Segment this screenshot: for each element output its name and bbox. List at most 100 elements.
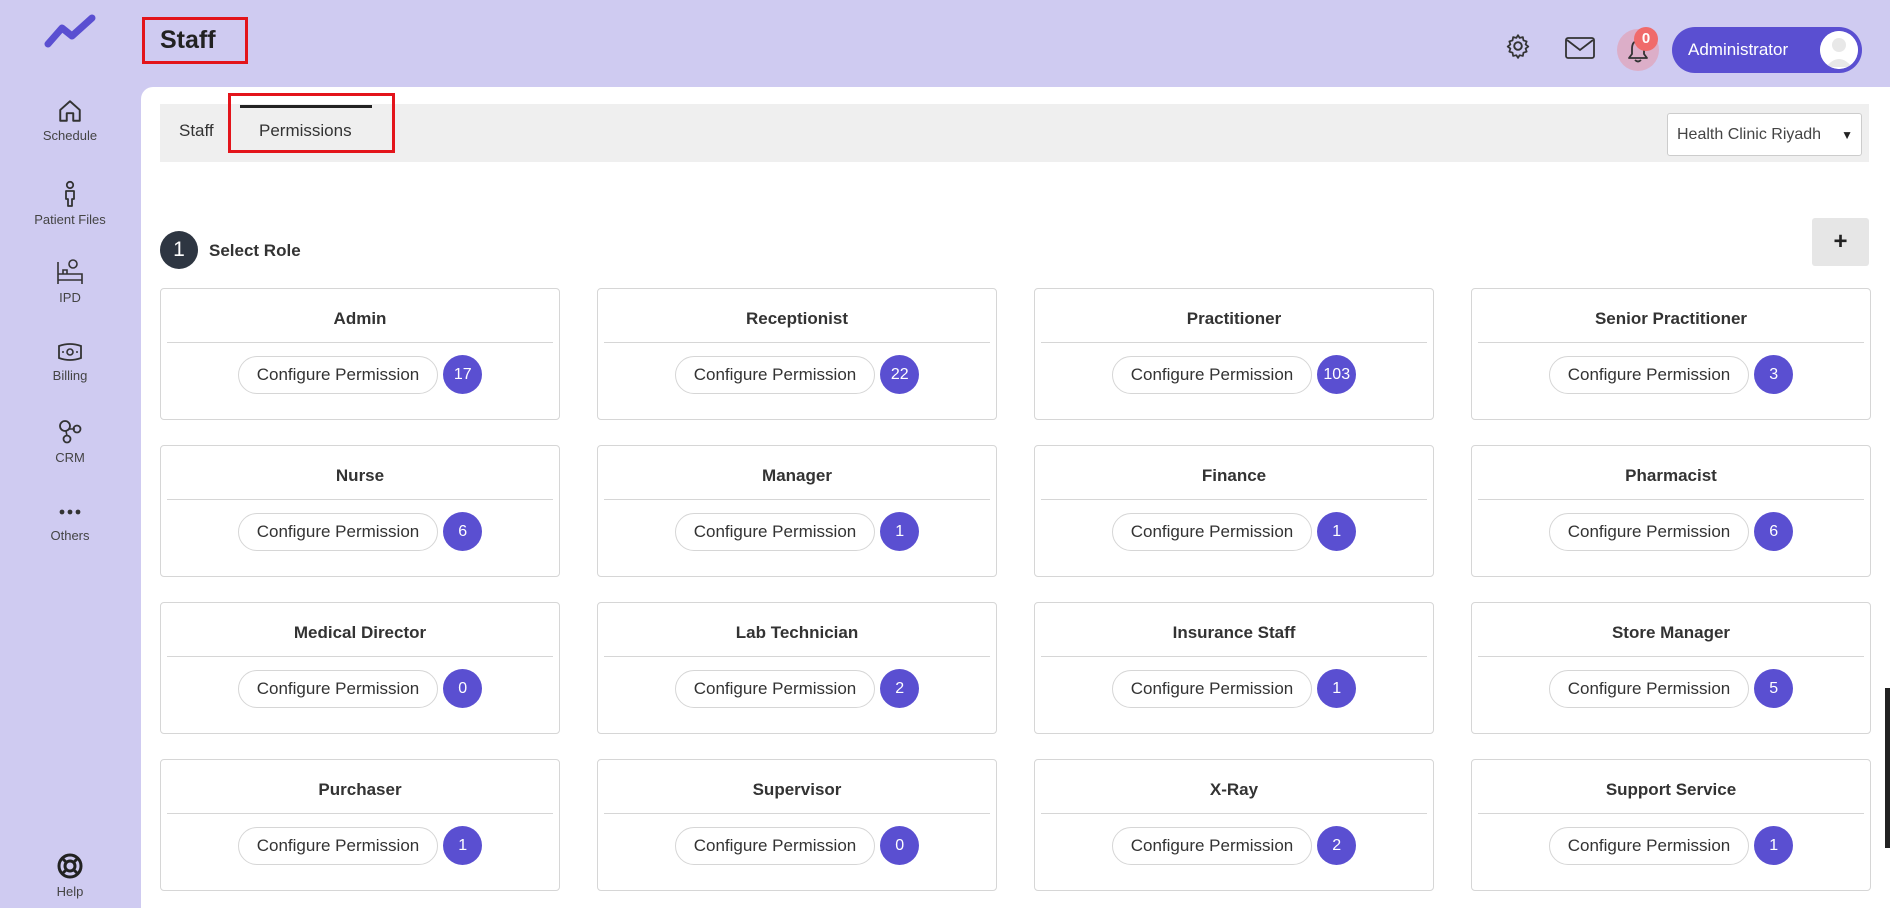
sidebar-item-label: CRM bbox=[55, 450, 85, 465]
role-card: Nurse Configure Permission 6 bbox=[160, 445, 560, 577]
role-name: Insurance Staff bbox=[1172, 623, 1296, 642]
sidebar-item-label: Schedule bbox=[42, 128, 98, 143]
sidebar-item-schedule[interactable]: Schedule bbox=[0, 98, 140, 143]
role-actions: Configure Permission 17 bbox=[161, 355, 559, 394]
role-card: Lab Technician Configure Permission 2 bbox=[597, 602, 997, 734]
role-actions: Configure Permission 1 bbox=[161, 826, 559, 865]
divider bbox=[604, 656, 990, 657]
scrollbar[interactable] bbox=[1885, 688, 1890, 848]
sidebar-item-others[interactable]: Others bbox=[0, 500, 140, 543]
role-name: Manager bbox=[762, 466, 832, 485]
sidebar-item-ipd[interactable]: IPD bbox=[0, 258, 140, 305]
app-logo-icon[interactable] bbox=[44, 14, 96, 50]
permission-count-badge: 0 bbox=[443, 669, 483, 708]
configure-permission-button[interactable]: Configure Permission bbox=[1548, 355, 1750, 394]
permission-count-badge: 1 bbox=[880, 512, 920, 551]
divider bbox=[1041, 813, 1427, 814]
role-actions: Configure Permission 3 bbox=[1472, 355, 1870, 394]
role-actions: Configure Permission 2 bbox=[598, 669, 996, 708]
role-actions: Configure Permission 2 bbox=[1035, 826, 1433, 865]
divider bbox=[1478, 499, 1864, 500]
permission-count-badge: 1 bbox=[1317, 512, 1357, 551]
sidebar-item-crm[interactable]: CRM bbox=[0, 418, 140, 465]
role-card: Medical Director Configure Permission 0 bbox=[160, 602, 560, 734]
role-card: Senior Practitioner Configure Permission 3 bbox=[1471, 288, 1871, 420]
role-actions: Configure Permission 1 bbox=[598, 512, 996, 551]
role-card: Receptionist Configure Permission 22 bbox=[597, 288, 997, 420]
role-name: Nurse bbox=[335, 466, 385, 485]
divider bbox=[604, 499, 990, 500]
role-card: Purchaser Configure Permission 1 bbox=[160, 759, 560, 891]
permission-count-badge: 3 bbox=[1754, 355, 1794, 394]
permission-count-badge: 5 bbox=[1754, 669, 1794, 708]
money-icon bbox=[58, 343, 82, 361]
tab-staff[interactable]: Staff bbox=[179, 121, 214, 141]
role-name: Lab Technician bbox=[735, 623, 859, 642]
role-card: Finance Configure Permission 1 bbox=[1034, 445, 1434, 577]
role-name: Admin bbox=[333, 309, 387, 328]
divider bbox=[1041, 342, 1427, 343]
permission-count-badge: 103 bbox=[1317, 355, 1357, 394]
configure-permission-button[interactable]: Configure Permission bbox=[1111, 826, 1313, 865]
configure-permission-button[interactable]: Configure Permission bbox=[237, 512, 439, 551]
sidebar-item-label: IPD bbox=[59, 290, 81, 305]
mail-icon[interactable] bbox=[1565, 37, 1595, 59]
configure-permission-button[interactable]: Configure Permission bbox=[237, 669, 439, 708]
divider bbox=[604, 342, 990, 343]
sidebar-item-label: Others bbox=[50, 528, 90, 543]
configure-permission-button[interactable]: Configure Permission bbox=[674, 826, 876, 865]
role-name: Practitioner bbox=[1186, 309, 1282, 328]
sidebar-item-help[interactable]: Help bbox=[0, 852, 140, 899]
person-icon bbox=[65, 180, 75, 207]
permission-count-badge: 6 bbox=[1754, 512, 1794, 551]
divider bbox=[167, 342, 553, 343]
sidebar-item-label: Patient Files bbox=[34, 212, 106, 227]
configure-permission-button[interactable]: Configure Permission bbox=[237, 355, 439, 394]
user-menu-button[interactable]: Administrator bbox=[1672, 27, 1862, 73]
permission-count-badge: 1 bbox=[1754, 826, 1794, 865]
role-actions: Configure Permission 0 bbox=[598, 826, 996, 865]
sidebar: Schedule Patient Files IPD Billing CRM O… bbox=[0, 0, 140, 908]
step-number: 1 bbox=[160, 231, 198, 269]
role-actions: Configure Permission 22 bbox=[598, 355, 996, 394]
tab-highlight bbox=[228, 93, 395, 153]
role-actions: Configure Permission 6 bbox=[1472, 512, 1870, 551]
dots-icon bbox=[59, 509, 81, 515]
configure-permission-button[interactable]: Configure Permission bbox=[1111, 355, 1313, 394]
configure-permission-button[interactable]: Configure Permission bbox=[1548, 826, 1750, 865]
role-name: Purchaser bbox=[318, 780, 402, 799]
role-actions: Configure Permission 5 bbox=[1472, 669, 1870, 708]
configure-permission-button[interactable]: Configure Permission bbox=[674, 355, 876, 394]
divider bbox=[1478, 342, 1864, 343]
configure-permission-button[interactable]: Configure Permission bbox=[1111, 512, 1313, 551]
role-actions: Configure Permission 1 bbox=[1035, 669, 1433, 708]
sidebar-item-billing[interactable]: Billing bbox=[0, 340, 140, 383]
role-card: Practitioner Configure Permission 103 bbox=[1034, 288, 1434, 420]
role-name: Receptionist bbox=[745, 309, 849, 328]
step-label: Select Role bbox=[209, 241, 301, 260]
configure-permission-button[interactable]: Configure Permission bbox=[237, 826, 439, 865]
role-actions: Configure Permission 0 bbox=[161, 669, 559, 708]
configure-permission-button[interactable]: Configure Permission bbox=[674, 669, 876, 708]
add-role-button[interactable]: + bbox=[1812, 218, 1869, 266]
configure-permission-button[interactable]: Configure Permission bbox=[1111, 669, 1313, 708]
user-name: Administrator bbox=[1688, 40, 1789, 59]
bed-icon bbox=[57, 259, 83, 284]
gear-icon[interactable] bbox=[1505, 33, 1531, 59]
role-name: Medical Director bbox=[293, 623, 427, 642]
role-name: Finance bbox=[1201, 466, 1267, 485]
sidebar-help-label: Help bbox=[56, 884, 84, 899]
clinic-select[interactable]: Health Clinic Riyadh ▼ bbox=[1667, 113, 1862, 156]
role-card: Pharmacist Configure Permission 6 bbox=[1471, 445, 1871, 577]
divider bbox=[1041, 656, 1427, 657]
divider bbox=[167, 656, 553, 657]
configure-permission-button[interactable]: Configure Permission bbox=[1548, 669, 1750, 708]
home-icon bbox=[59, 100, 81, 122]
role-actions: Configure Permission 1 bbox=[1035, 512, 1433, 551]
configure-permission-button[interactable]: Configure Permission bbox=[1548, 512, 1750, 551]
sidebar-item-patient-files[interactable]: Patient Files bbox=[0, 180, 140, 227]
role-name: Support Service bbox=[1605, 780, 1737, 799]
page-title: Staff bbox=[160, 26, 216, 54]
divider bbox=[1478, 656, 1864, 657]
configure-permission-button[interactable]: Configure Permission bbox=[674, 512, 876, 551]
